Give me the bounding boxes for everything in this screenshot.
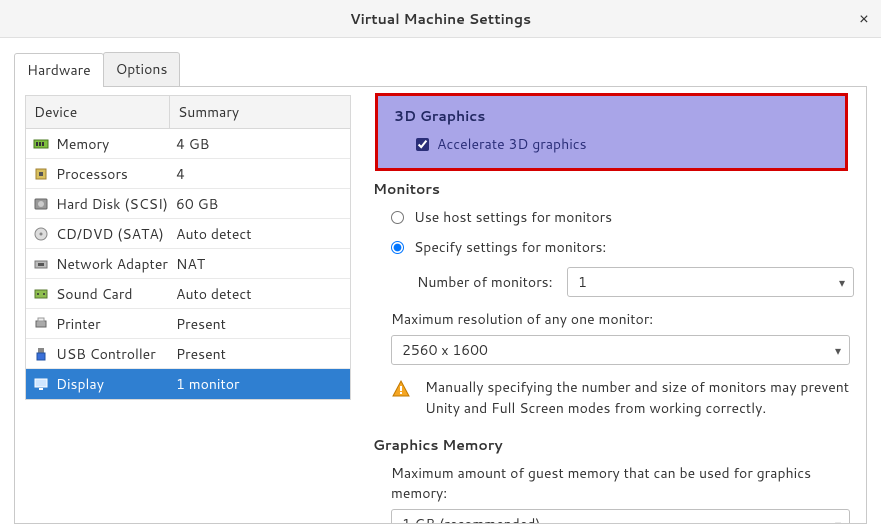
device-summary: Auto detect xyxy=(176,224,344,244)
disk-icon xyxy=(32,195,50,213)
table-row[interactable]: CD/DVD (SATA) Auto detect xyxy=(26,219,350,249)
accelerate-3d-label: Accelerate 3D graphics xyxy=(437,134,587,154)
device-summary: 4 GB xyxy=(176,134,344,154)
accelerate-3d-checkbox[interactable] xyxy=(416,138,429,151)
section-title-3d: 3D Graphics xyxy=(394,106,829,126)
table-row[interactable]: Display 1 monitor xyxy=(26,369,350,399)
use-host-radio-row[interactable]: Use host settings for monitors xyxy=(391,207,854,227)
warning-icon xyxy=(391,379,413,419)
device-name: Processors xyxy=(56,164,176,184)
accelerate-3d-row[interactable]: Accelerate 3D graphics xyxy=(416,134,829,154)
display-icon xyxy=(32,375,50,393)
table-row[interactable]: Network Adapter NAT xyxy=(26,249,350,279)
memory-icon xyxy=(32,135,50,153)
device-name: Printer xyxy=(56,314,176,334)
device-name: Memory xyxy=(56,134,176,154)
sound-icon xyxy=(32,285,50,303)
num-monitors-label: Number of monitors: xyxy=(417,272,567,292)
device-summary: 1 monitor xyxy=(176,374,344,394)
device-grid-body: Memory 4 GB Processors 4 xyxy=(25,128,351,400)
device-summary: 4 xyxy=(176,164,344,184)
maxres-value: 2560 x 1600 xyxy=(402,340,488,360)
device-summary: 60 GB xyxy=(176,194,344,214)
column-device[interactable]: Device xyxy=(26,96,170,128)
tab-body: Device Summary Memory 4 GB xyxy=(14,86,867,524)
warning-text: Manually specifying the number and size … xyxy=(425,377,854,419)
device-name: Hard Disk (SCSI) xyxy=(56,194,176,214)
graphics-memory-label: Maximum amount of guest memory that can … xyxy=(391,463,854,503)
device-name: Sound Card xyxy=(56,284,176,304)
chevron-down-icon: ▾ xyxy=(835,516,841,524)
graphics-memory-select[interactable]: 1 GB (recommended) ▾ xyxy=(391,509,850,523)
settings-panel: 3D Graphics Accelerate 3D graphics Monit… xyxy=(361,87,866,523)
maxres-select[interactable]: 2560 x 1600 ▾ xyxy=(391,335,850,365)
device-name: Display xyxy=(56,374,176,394)
device-summary: NAT xyxy=(176,254,344,274)
window-title: Virtual Machine Settings xyxy=(350,9,531,29)
table-row[interactable]: Hard Disk (SCSI) 60 GB xyxy=(26,189,350,219)
processor-icon xyxy=(32,165,50,183)
num-monitors-select[interactable]: 1 ▾ xyxy=(567,267,854,297)
section-title-graphics-memory: Graphics Memory xyxy=(373,435,854,455)
device-summary: Present xyxy=(176,314,344,334)
network-icon xyxy=(32,255,50,273)
section-title-monitors: Monitors xyxy=(373,179,854,199)
maxres-label: Maximum resolution of any one monitor: xyxy=(391,309,854,329)
tab-options[interactable]: Options xyxy=(103,52,181,86)
use-host-label: Use host settings for monitors xyxy=(414,207,612,227)
close-icon[interactable]: × xyxy=(859,7,869,30)
device-name: CD/DVD (SATA) xyxy=(56,224,176,244)
cd-icon xyxy=(32,225,50,243)
num-monitors-row: Number of monitors: 1 ▾ xyxy=(417,267,854,297)
table-row[interactable]: Printer Present xyxy=(26,309,350,339)
use-host-radio[interactable] xyxy=(391,211,404,224)
usb-icon xyxy=(32,345,50,363)
device-list-panel: Device Summary Memory 4 GB xyxy=(15,87,361,523)
3d-graphics-section: 3D Graphics Accelerate 3D graphics xyxy=(375,93,848,171)
chevron-down-icon: ▾ xyxy=(839,274,845,291)
specify-radio-row[interactable]: Specify settings for monitors: xyxy=(391,237,854,257)
device-name: USB Controller xyxy=(56,344,176,364)
dialog-content: Hardware Options Device Summary Memory 4… xyxy=(0,38,881,524)
device-summary: Present xyxy=(176,344,344,364)
monitor-warning: Manually specifying the number and size … xyxy=(391,377,854,419)
tab-hardware[interactable]: Hardware xyxy=(14,53,104,87)
chevron-down-icon: ▾ xyxy=(835,342,841,359)
table-row[interactable]: Processors 4 xyxy=(26,159,350,189)
device-grid-header: Device Summary xyxy=(25,95,351,128)
table-row[interactable]: Sound Card Auto detect xyxy=(26,279,350,309)
device-summary: Auto detect xyxy=(176,284,344,304)
num-monitors-value: 1 xyxy=(578,272,587,292)
tabs: Hardware Options xyxy=(14,52,867,86)
column-summary[interactable]: Summary xyxy=(170,96,350,128)
specify-label: Specify settings for monitors: xyxy=(414,237,606,257)
graphics-memory-value: 1 GB (recommended) xyxy=(402,514,540,523)
device-name: Network Adapter xyxy=(56,254,176,274)
printer-icon xyxy=(32,315,50,333)
specify-radio[interactable] xyxy=(391,241,404,254)
table-row[interactable]: Memory 4 GB xyxy=(26,129,350,159)
titlebar: Virtual Machine Settings × xyxy=(0,0,881,38)
table-row[interactable]: USB Controller Present xyxy=(26,339,350,369)
